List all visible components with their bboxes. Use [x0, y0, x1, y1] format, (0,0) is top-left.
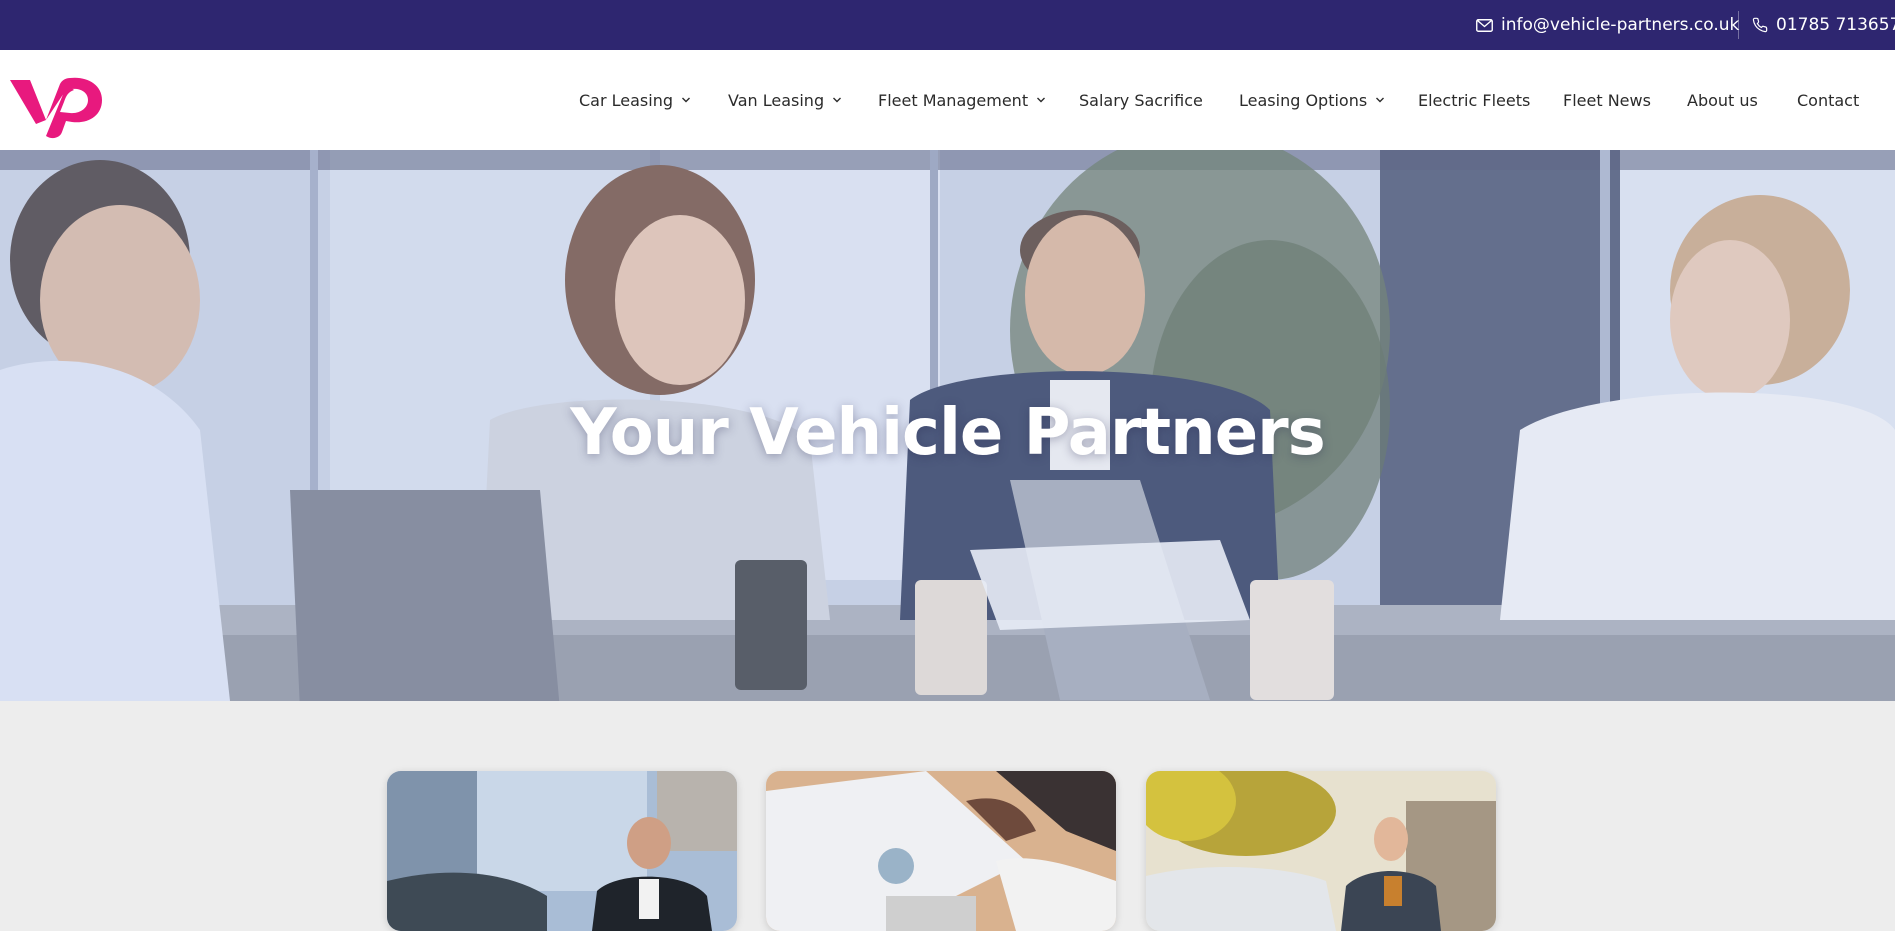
- nav-item-salary-sacrifice[interactable]: Salary Sacrifice: [1079, 50, 1203, 150]
- phone-icon: [1752, 17, 1768, 33]
- feature-card-electric-fleets[interactable]: [1146, 771, 1496, 931]
- nav-item-label: About us: [1687, 90, 1758, 110]
- nav-item-about-us[interactable]: About us: [1687, 50, 1758, 150]
- card-image-businessman: [387, 771, 737, 931]
- nav-item-label: Salary Sacrifice: [1079, 90, 1203, 110]
- hero-banner: Your Vehicle Partners: [0, 150, 1895, 701]
- nav-item-label: Fleet Management: [878, 90, 1029, 110]
- nav-item-label: Van Leasing: [728, 90, 825, 110]
- nav-item-van-leasing[interactable]: Van Leasing: [728, 50, 842, 150]
- chevron-down-icon: [833, 97, 842, 103]
- feature-card-car-leasing[interactable]: [387, 771, 737, 931]
- nav-item-fleet-management[interactable]: Fleet Management: [878, 50, 1046, 150]
- nav-item-electric-fleets[interactable]: Electric Fleets: [1418, 50, 1530, 150]
- top-contact-bar: info@vehicle-partners.co.uk 01785 713657: [0, 0, 1895, 50]
- nav-item-label: Fleet News: [1563, 90, 1651, 110]
- feature-card-fleet-management[interactable]: [766, 771, 1116, 931]
- site-header: Car Leasing Van Leasing Fleet Management…: [0, 50, 1895, 150]
- card-image-ev-charging: [1146, 771, 1496, 931]
- nav-item-label: Car Leasing: [579, 90, 673, 110]
- phone-text: 01785 713657: [1776, 15, 1895, 35]
- phone-link[interactable]: 01785 713657: [1752, 0, 1895, 50]
- nav-item-label: Contact: [1797, 90, 1860, 110]
- main-nav: Car Leasing Van Leasing Fleet Management…: [0, 50, 1895, 150]
- hero-title: Your Vehicle Partners: [570, 396, 1326, 470]
- nav-item-fleet-news[interactable]: Fleet News: [1563, 50, 1651, 150]
- card-image-documents: [766, 771, 1116, 931]
- email-link[interactable]: info@vehicle-partners.co.uk: [1476, 0, 1739, 50]
- email-text: info@vehicle-partners.co.uk: [1501, 15, 1740, 35]
- nav-item-leasing-options[interactable]: Leasing Options: [1239, 50, 1385, 150]
- nav-item-label: Leasing Options: [1239, 90, 1368, 110]
- chevron-down-icon: [1037, 97, 1046, 103]
- nav-item-contact[interactable]: Contact: [1797, 50, 1859, 150]
- nav-item-car-leasing[interactable]: Car Leasing: [579, 50, 691, 150]
- chevron-down-icon: [682, 97, 690, 103]
- nav-item-label: Electric Fleets: [1418, 90, 1531, 110]
- mail-icon: [1476, 18, 1493, 32]
- chevron-down-icon: [1376, 97, 1385, 103]
- contact-divider: [1738, 11, 1739, 39]
